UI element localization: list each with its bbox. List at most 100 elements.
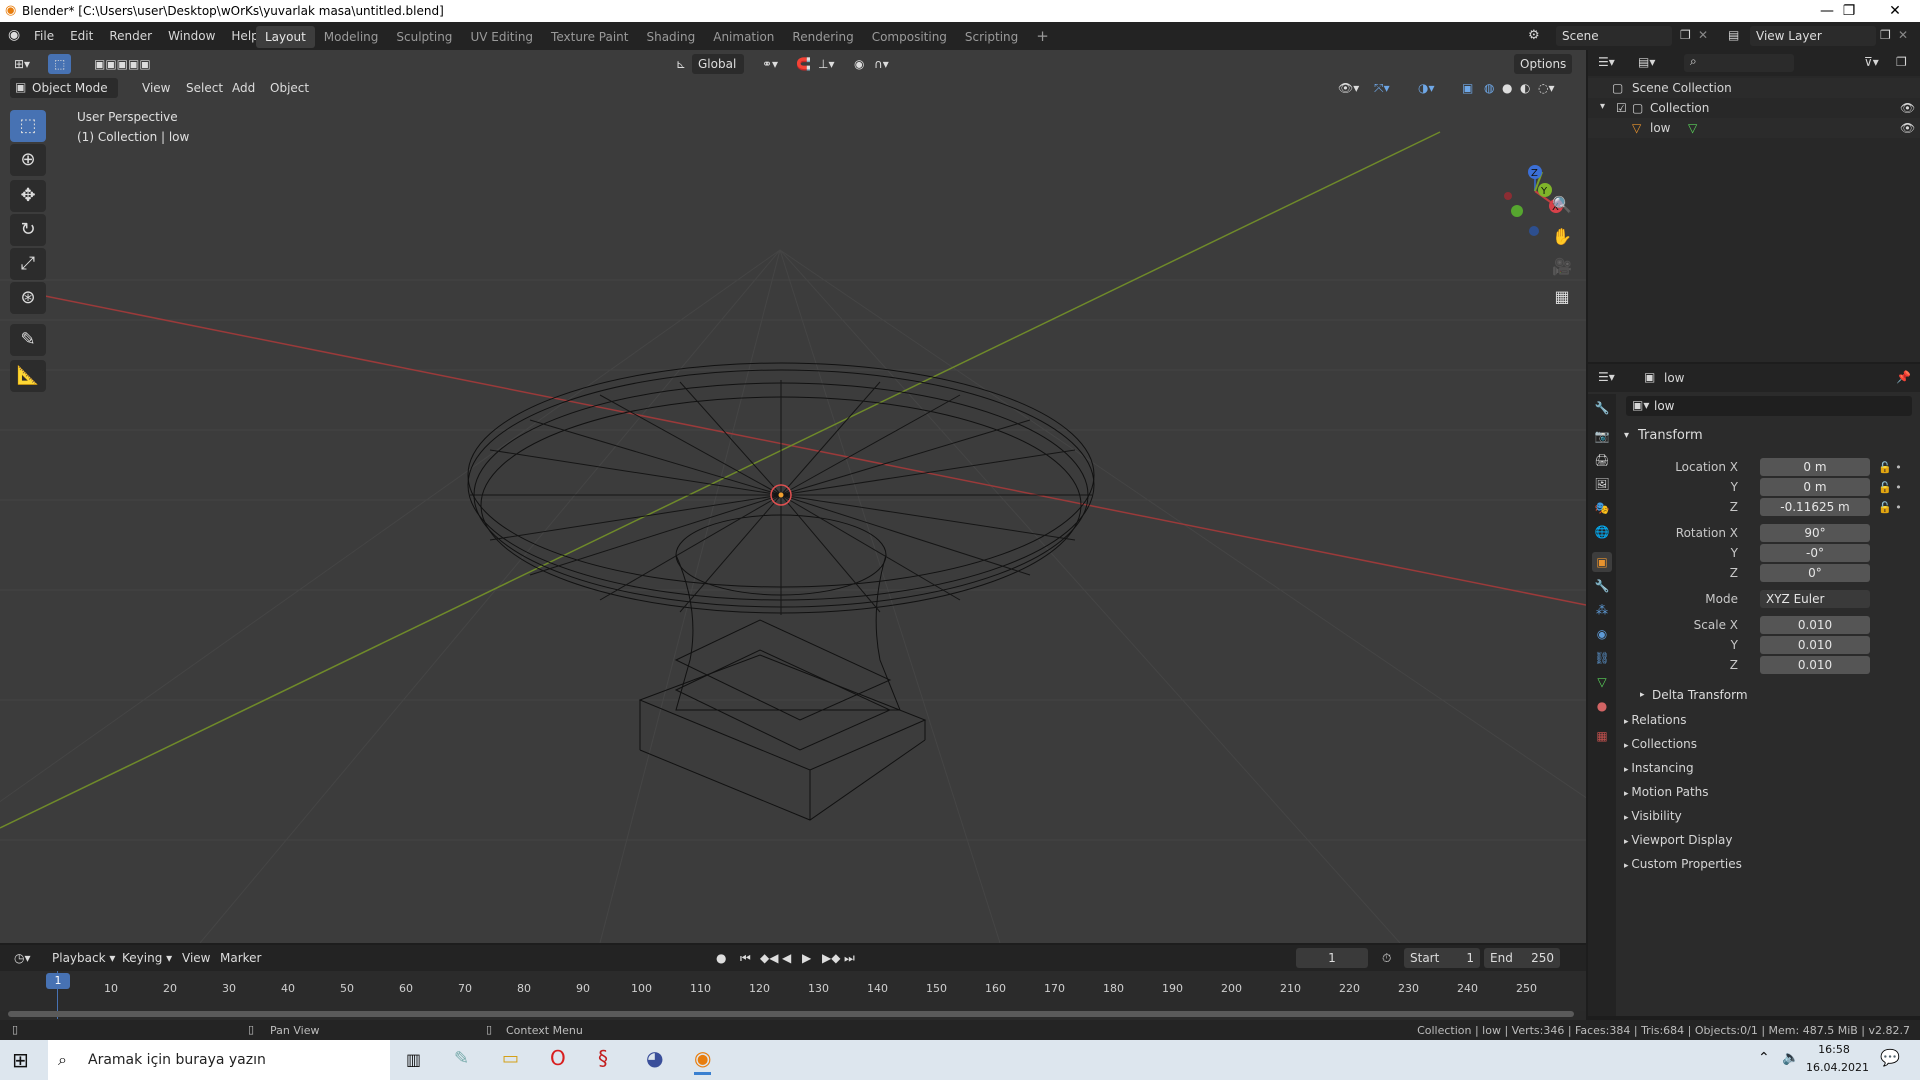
notification-icon[interactable]: 💬 xyxy=(1880,1048,1900,1067)
render-tab-icon[interactable]: 📷 xyxy=(1592,426,1612,446)
collapse-transform-icon[interactable]: ▾ xyxy=(1624,430,1629,441)
play-icon[interactable]: ▶ xyxy=(796,948,817,968)
outliner-search-icon[interactable]: ⌕ xyxy=(1684,54,1794,72)
shading-rendered-icon[interactable]: ◌▾ xyxy=(1532,78,1561,98)
selection-mode-icons[interactable]: ▣▣▣▣▣ xyxy=(88,54,157,74)
expand-icon[interactable]: ▾ xyxy=(1600,101,1605,112)
maximize-button[interactable]: ❐ xyxy=(1826,0,1872,22)
xray-toggle-icon[interactable]: ▣ xyxy=(1456,78,1479,98)
data-tab-icon[interactable]: ▽ xyxy=(1592,672,1612,692)
new-collection-icon[interactable]: ❐ xyxy=(1896,55,1907,69)
timeline-scrollbar[interactable] xyxy=(8,1011,1574,1017)
add-workspace-icon[interactable]: + xyxy=(1027,25,1058,47)
app-blue-icon[interactable]: ◕ xyxy=(646,1046,663,1070)
scale-tool-icon[interactable]: ⤢ xyxy=(10,248,46,280)
camera-view-icon[interactable]: 🎥 xyxy=(1547,252,1577,282)
clock-time[interactable]: 16:58 xyxy=(1812,1043,1856,1056)
menu-select[interactable]: Select xyxy=(180,78,229,98)
jump-end-icon[interactable]: ⏭ xyxy=(838,948,861,968)
output-tab-icon[interactable]: 🖨 xyxy=(1592,450,1612,470)
menu-render[interactable]: Render xyxy=(101,22,160,50)
visibility-eye-icon[interactable]: 👁 xyxy=(1900,101,1915,115)
playhead-label[interactable]: 1 xyxy=(46,973,70,989)
menu-view[interactable]: View xyxy=(136,78,176,98)
tab-rendering[interactable]: Rendering xyxy=(783,26,862,48)
select-box-icon[interactable]: ⬚ xyxy=(48,54,72,74)
task-view-icon[interactable]: ▥ xyxy=(406,1050,421,1069)
tab-texture-paint[interactable]: Texture Paint xyxy=(542,26,637,48)
filter-icon[interactable]: ⊽▾ xyxy=(1864,55,1879,69)
tab-scripting[interactable]: Scripting xyxy=(956,26,1027,48)
taskbar-search-box[interactable]: ⌕ Aramak için buraya yazın xyxy=(48,1040,390,1080)
annotate-tool-icon[interactable]: ✎ xyxy=(10,324,46,356)
new-scene-icon[interactable]: ❐ xyxy=(1680,28,1691,42)
physics-tab-icon[interactable]: ◉ xyxy=(1592,624,1612,644)
location-x-field[interactable]: 0 m xyxy=(1760,458,1870,476)
lock-icon[interactable]: 🔓 • xyxy=(1878,478,1914,498)
windows-start-icon[interactable]: ⊞ xyxy=(12,1048,29,1072)
close-button[interactable]: ✕ xyxy=(1872,0,1918,22)
tab-layout[interactable]: Layout xyxy=(256,26,315,48)
timeline-editor-icon[interactable]: ◷▾ xyxy=(8,948,37,968)
pan-hand-icon[interactable]: ✋ xyxy=(1547,222,1577,252)
rotation-x-field[interactable]: 90° xyxy=(1760,524,1870,542)
rotation-mode-select[interactable]: XYZ Euler xyxy=(1760,590,1870,608)
scale-y-field[interactable]: 0.010 xyxy=(1760,636,1870,654)
current-frame-field[interactable]: 1 xyxy=(1296,948,1368,968)
options-button[interactable]: Options xyxy=(1514,54,1573,74)
tray-chevron-icon[interactable]: ⌃ xyxy=(1758,1050,1770,1066)
record-icon[interactable]: ● xyxy=(710,948,732,968)
section-relations[interactable]: ▸ Relations xyxy=(1616,708,1920,732)
perspective-toggle-icon[interactable]: ▦ xyxy=(1547,282,1577,312)
properties-editor-icon[interactable]: ☰▾ xyxy=(1598,370,1615,384)
delete-view-layer-icon[interactable]: ✕ xyxy=(1898,28,1908,42)
transform-header[interactable]: Transform xyxy=(1638,428,1703,443)
section-custom-properties[interactable]: ▸ Custom Properties xyxy=(1616,852,1920,876)
opera-browser-icon[interactable]: O xyxy=(550,1046,566,1070)
lock-icon[interactable]: 🔓 • xyxy=(1878,458,1914,478)
blender-taskbar-icon[interactable]: ◉ xyxy=(694,1046,712,1075)
pivot-point-icon[interactable]: ⚭▾ xyxy=(756,54,784,74)
menu-keying[interactable]: Keying ▾ xyxy=(116,948,178,968)
tab-sculpting[interactable]: Sculpting xyxy=(387,26,461,48)
visibility-icon[interactable]: 👁▾ xyxy=(1332,78,1365,98)
tab-compositing[interactable]: Compositing xyxy=(863,26,956,48)
scale-z-field[interactable]: 0.010 xyxy=(1760,656,1870,674)
location-z-field[interactable]: -0.11625 m xyxy=(1760,498,1870,516)
tab-shading[interactable]: Shading xyxy=(637,26,704,48)
menu-object[interactable]: Object xyxy=(264,78,315,98)
timer-icon[interactable]: ⏱ xyxy=(1376,948,1397,968)
viewport-canvas[interactable]: Z X Y xyxy=(0,50,1586,943)
constraints-tab-icon[interactable]: ⛓ xyxy=(1592,648,1612,668)
tab-modeling[interactable]: Modeling xyxy=(315,26,388,48)
section-collections[interactable]: ▸ Collections xyxy=(1616,732,1920,756)
menu-marker[interactable]: Marker xyxy=(214,948,267,968)
outliner-row-object[interactable]: ▽ low ▽ 👁 xyxy=(1588,118,1920,138)
view-layer-icon[interactable]: ▤ xyxy=(1728,28,1739,42)
overlay-toggle-icon[interactable]: ◑▾ xyxy=(1412,78,1441,98)
measure-tool-icon[interactable]: 📐 xyxy=(10,360,46,392)
blender-menu-icon[interactable]: ◉ xyxy=(8,27,20,43)
select-tool-icon[interactable]: ⬚ xyxy=(10,110,46,142)
play-reverse-icon[interactable]: ◀ xyxy=(776,948,797,968)
scene-selector[interactable]: Scene xyxy=(1556,26,1672,46)
section-visibility[interactable]: ▸ Visibility xyxy=(1616,804,1920,828)
gizmo-toggle-icon[interactable]: ⤧▾ xyxy=(1368,78,1396,98)
scale-x-field[interactable]: 0.010 xyxy=(1760,616,1870,634)
tool-tab-icon[interactable]: 🔧 xyxy=(1592,398,1612,418)
gizmo-y-label[interactable]: Y xyxy=(1540,186,1548,197)
scene-icon[interactable]: ⚙ xyxy=(1528,28,1540,43)
menu-add[interactable]: Add xyxy=(226,78,261,98)
transform-orientation-select[interactable]: Global xyxy=(692,54,744,74)
editor-type-icon[interactable]: ⊞▾ xyxy=(8,54,36,74)
section-motion-paths[interactable]: ▸ Motion Paths xyxy=(1616,780,1920,804)
cursor-tool-icon[interactable]: ⊕ xyxy=(10,144,46,176)
new-view-layer-icon[interactable]: ❐ xyxy=(1880,28,1891,42)
transform-tool-icon[interactable]: ⊛ xyxy=(10,282,46,314)
3d-viewport[interactable]: Z X Y ⊞▾ ⬚ ▣▣▣▣▣ ⊾ Global ⚭▾ 🧲 ⊥▾ ◉ ∩▾ O… xyxy=(0,50,1586,943)
expand-delta-icon[interactable]: ▸ xyxy=(1640,690,1645,700)
menu-timeline-view[interactable]: View xyxy=(176,948,216,968)
display-mode-icon[interactable]: ▤▾ xyxy=(1638,55,1655,69)
start-frame-field[interactable]: Start 1 xyxy=(1404,948,1480,968)
lock-icon[interactable]: 🔓 • xyxy=(1878,498,1914,518)
